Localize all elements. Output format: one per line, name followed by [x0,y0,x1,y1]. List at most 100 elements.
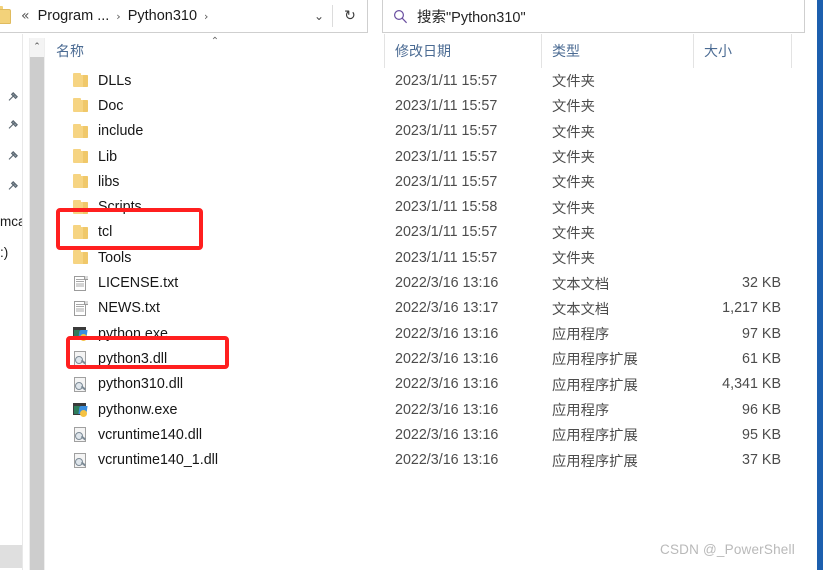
address-bar[interactable]: « Program ... › Python310 › ⌄ ↻ [0,0,368,33]
file-type-cell: 文件夹 [552,175,595,192]
file-date-cell: 2023/1/11 15:57 [395,148,498,165]
file-size-cell: 37 KB [742,452,781,469]
exe-file-icon [72,401,89,418]
nav-item-label-clipped[interactable]: :) [0,245,8,260]
breadcrumb-item-python310[interactable]: Python310 [127,6,198,26]
file-list-row[interactable]: vcruntime140_1.dll 2022/3/16 13:16 应用程序扩展 3… [46,447,814,472]
file-name-label: Tools [98,249,132,266]
search-icon [383,9,417,24]
file-list-row[interactable]: Scripts 2023/1/11 15:58 文件夹 [46,194,814,219]
file-name-cell[interactable]: NEWS.txt [46,300,384,317]
column-header-type[interactable]: 类型 [541,34,693,68]
file-list-row[interactable]: pythonw.exe 2022/3/16 13:16 应用程序 96 KB [46,397,814,422]
file-name-label: Doc [98,97,124,114]
file-list-row[interactable]: Lib 2023/1/11 15:57 文件夹 [46,144,814,169]
file-type-cell: 文件夹 [552,225,595,242]
file-type-cell: 应用程序 [552,327,610,344]
file-list-row[interactable]: tcl 2023/1/11 15:57 文件夹 [46,220,814,245]
file-type-cell: 文件夹 [552,99,595,116]
scrollbar-thumb[interactable] [30,57,44,570]
breadcrumb-separator-icon[interactable]: › [116,10,120,23]
file-name-cell[interactable]: python310.dll [46,376,384,393]
file-name-cell[interactable]: Scripts [46,199,384,216]
file-name-cell[interactable]: pythonw.exe [46,401,384,418]
chevron-down-icon[interactable]: ⌄ [306,9,332,23]
file-type-cell: 文件夹 [552,74,595,91]
file-name-cell[interactable]: Doc [46,97,384,114]
nav-item-selected[interactable] [0,545,22,568]
file-type-cell: 文本文档 [552,301,610,318]
file-name-cell[interactable]: python3.dll [46,350,384,367]
navigation-pane-scrollbar[interactable]: ⌃ [29,38,45,570]
column-header-name[interactable]: 名称 ⌃ [46,34,384,68]
watermark: CSDN @_PowerShell [660,542,795,557]
file-list-row[interactable]: python.exe 2022/3/16 13:16 应用程序 97 KB [46,321,814,346]
search-placeholder-text: 搜索"Python310" [417,9,526,26]
file-name-label: pythonw.exe [98,401,178,418]
column-header-overflow[interactable] [791,34,814,68]
nav-pinned-item[interactable] [0,175,22,197]
file-name-cell[interactable]: python.exe [46,325,384,342]
file-list-row[interactable]: include 2023/1/11 15:57 文件夹 [46,119,814,144]
file-date-cell: 2023/1/11 15:57 [395,123,498,140]
dll-file-icon [72,350,89,367]
file-name-cell[interactable]: vcruntime140_1.dll [46,452,384,469]
file-list-row[interactable]: vcruntime140.dll 2022/3/16 13:16 应用程序扩展 95 … [46,422,814,447]
file-size-cell: 96 KB [742,401,781,418]
file-type-cell: 文件夹 [552,251,595,268]
file-date-cell: 2023/1/11 15:57 [395,72,498,89]
file-list-row[interactable]: Tools 2023/1/11 15:57 文件夹 [46,245,814,270]
navigation-pane[interactable]: mcat :) [0,34,23,570]
file-name-label: LICENSE.txt [98,275,179,292]
file-list-row[interactable]: Doc 2023/1/11 15:57 文件夹 [46,93,814,118]
breadcrumb-separator-icon[interactable]: › [204,10,208,23]
search-input[interactable]: 搜索"Python310" [382,0,805,33]
nav-item-label-clipped[interactable]: mcat [0,214,22,229]
column-header-size[interactable]: 大小 [693,34,791,68]
file-name-cell[interactable]: Tools [46,249,384,266]
nav-pinned-item[interactable] [0,145,22,167]
nav-pinned-item[interactable] [0,86,22,108]
file-date-cell: 2023/1/11 15:57 [395,249,498,266]
file-size-cell: 4,341 KB [722,376,781,393]
column-header-size-label: 大小 [704,43,732,59]
file-name-cell[interactable]: tcl [46,224,384,241]
file-name-label: python310.dll [98,376,184,393]
file-list-row[interactable]: python3.dll 2022/3/16 13:16 应用程序扩展 61 KB [46,346,814,371]
file-date-cell: 2023/1/11 15:57 [395,224,498,241]
file-date-cell: 2022/3/16 13:17 [395,300,499,317]
file-name-cell[interactable]: libs [46,173,384,190]
file-name-label: vcruntime140.dll [98,426,203,443]
file-name-cell[interactable]: LICENSE.txt [46,275,384,292]
file-type-cell: 文本文档 [552,276,610,293]
column-header-date-modified[interactable]: 修改日期 [384,34,541,68]
file-list-row[interactable]: DLLs 2023/1/11 15:57 文件夹 [46,68,814,93]
explorer-toolbar: « Program ... › Python310 › ⌄ ↻ 搜索"Pytho… [0,0,814,34]
file-list-row[interactable]: NEWS.txt 2022/3/16 13:17 文本文档 1,217 KB [46,296,814,321]
file-name-cell[interactable]: include [46,123,384,140]
file-date-cell: 2022/3/16 13:16 [395,376,499,393]
folder-icon [72,249,89,266]
file-name-label: python.exe [98,325,168,342]
scroll-up-icon[interactable]: ⌃ [30,38,44,55]
file-type-cell: 文件夹 [552,150,595,167]
file-size-cell: 95 KB [742,426,781,443]
file-date-cell: 2023/1/11 15:58 [395,199,498,216]
pin-icon [8,119,18,129]
file-list-row[interactable]: python310.dll 2022/3/16 13:16 应用程序扩展 4,341 … [46,372,814,397]
folder-icon [0,6,12,26]
file-name-label: python3.dll [98,350,168,367]
file-name-cell[interactable]: Lib [46,148,384,165]
nav-pinned-item[interactable] [0,114,22,136]
file-name-cell[interactable]: vcruntime140.dll [46,426,384,443]
dll-file-icon [72,426,89,443]
file-name-cell[interactable]: DLLs [46,72,384,89]
breadcrumb-item-program-files[interactable]: Program ... [37,6,111,26]
refresh-icon[interactable]: ↻ [333,8,367,24]
breadcrumb-overflow-icon[interactable]: « [21,9,30,23]
file-list-row[interactable]: libs 2023/1/11 15:57 文件夹 [46,169,814,194]
file-type-cell: 文件夹 [552,124,595,141]
file-date-cell: 2022/3/16 13:16 [395,325,499,342]
file-date-cell: 2023/1/11 15:57 [395,97,498,114]
file-list-row[interactable]: LICENSE.txt 2022/3/16 13:16 文本文档 32 KB [46,270,814,295]
